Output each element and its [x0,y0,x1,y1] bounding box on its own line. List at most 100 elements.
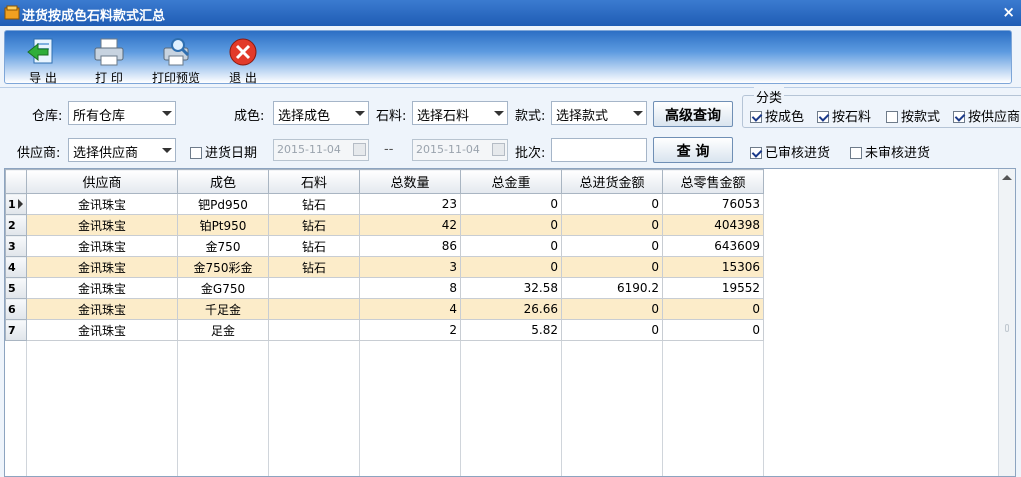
cell-qty[interactable]: 86 [359,235,461,257]
cell-stone[interactable]: 钻石 [268,193,360,215]
cell-retail[interactable]: 643609 [662,235,764,257]
cell-stone[interactable] [268,319,360,341]
unaudited-checkbox[interactable]: 未审核进货 [850,142,930,161]
cell-cost[interactable]: 0 [561,298,663,320]
cell-supplier[interactable]: 金讯珠宝 [26,277,178,299]
row-header[interactable]: 7 [5,319,27,341]
column-header-supplier[interactable]: 供应商 [26,169,178,194]
warehouse-select[interactable]: 所有仓库 [68,101,176,125]
cell-color[interactable]: 金750彩金 [177,256,269,278]
cell-weight[interactable]: 0 [460,214,562,236]
advanced-search-button[interactable]: 高级查询 [653,101,733,127]
current-row-icon [17,198,23,209]
calendar-icon[interactable] [353,143,366,156]
cell-cost[interactable]: 0 [561,214,663,236]
purchase-date-checkbox[interactable]: 进货日期 [190,142,257,161]
cell-retail[interactable]: 404398 [662,214,764,236]
row-header[interactable]: 6 [5,298,27,320]
cell-stone[interactable]: 钻石 [268,235,360,257]
audited-checkbox[interactable]: 已审核进货 [750,142,830,161]
cell-qty[interactable]: 3 [359,256,461,278]
style-select[interactable]: 选择款式 [551,101,647,125]
row-header[interactable]: 3 [5,235,27,257]
close-icon[interactable]: × [1002,3,1015,21]
cell-color[interactable]: 千足金 [177,298,269,320]
cell-weight[interactable]: 32.58 [460,277,562,299]
table-row[interactable]: 3 金讯珠宝 金750 钻石 86 0 0 643609 [5,235,764,257]
scroll-grip-icon[interactable] [1005,324,1009,332]
cell-weight[interactable]: 0 [460,256,562,278]
by-supplier-checkbox[interactable]: 按供应商 [953,106,1020,125]
table-row[interactable]: 5 金讯珠宝 金G750 8 32.58 6190.2 19552 [5,277,764,299]
by-stone-label: 按石料 [832,110,872,125]
table-row[interactable]: 2 金讯珠宝 铂Pt950 钻石 42 0 0 404398 [5,214,764,236]
column-header-total-retail[interactable]: 总零售金额 [662,169,764,194]
column-header-stone[interactable]: 石料 [268,169,360,194]
table-row[interactable]: 6 金讯珠宝 千足金 4 26.66 0 0 [5,298,764,320]
cell-cost[interactable]: 0 [561,319,663,341]
cell-color[interactable]: 金G750 [177,277,269,299]
cell-stone[interactable] [268,298,360,320]
row-header[interactable]: 4 [5,256,27,278]
cell-qty[interactable]: 2 [359,319,461,341]
cell-retail[interactable]: 19552 [662,277,764,299]
calendar-icon[interactable] [492,143,505,156]
cell-retail[interactable]: 0 [662,319,764,341]
row-header[interactable]: 1 [5,193,27,215]
cell-retail[interactable]: 76053 [662,193,764,215]
cell-supplier[interactable]: 金讯珠宝 [26,298,178,320]
cell-qty[interactable]: 4 [359,298,461,320]
cell-qty[interactable]: 42 [359,214,461,236]
cell-weight[interactable]: 0 [460,193,562,215]
cell-cost[interactable]: 0 [561,193,663,215]
by-color-checkbox[interactable]: 按成色 [750,106,804,125]
cell-color[interactable]: 铂Pt950 [177,214,269,236]
row-number: 1 [8,197,16,211]
column-header-total-weight[interactable]: 总金重 [460,169,562,194]
scroll-up-icon[interactable] [1002,175,1012,180]
row-header[interactable]: 2 [5,214,27,236]
cell-stone[interactable]: 钻石 [268,256,360,278]
by-style-checkbox[interactable]: 按款式 [886,106,940,125]
color-select[interactable]: 选择成色 [273,101,369,125]
date-from-input[interactable]: 2015-11-04 [273,139,369,161]
row-header[interactable]: 5 [5,277,27,299]
by-stone-checkbox[interactable]: 按石料 [817,106,871,125]
cell-supplier[interactable]: 金讯珠宝 [26,256,178,278]
date-to-input[interactable]: 2015-11-04 [412,139,508,161]
cell-supplier[interactable]: 金讯珠宝 [26,193,178,215]
cell-retail[interactable]: 15306 [662,256,764,278]
cell-supplier[interactable]: 金讯珠宝 [26,235,178,257]
cell-retail[interactable]: 0 [662,298,764,320]
cell-weight[interactable]: 26.66 [460,298,562,320]
cell-cost[interactable]: 0 [561,235,663,257]
cell-color[interactable]: 金750 [177,235,269,257]
cell-weight[interactable]: 0 [460,235,562,257]
cell-qty[interactable]: 8 [359,277,461,299]
column-header-total-cost[interactable]: 总进货金额 [561,169,663,194]
vertical-scrollbar[interactable] [998,169,1015,476]
cell-stone[interactable] [268,277,360,299]
column-header-total-qty[interactable]: 总数量 [359,169,461,194]
cell-supplier[interactable]: 金讯珠宝 [26,319,178,341]
table-row[interactable]: 7 金讯珠宝 足金 2 5.82 0 0 [5,319,764,341]
supplier-select[interactable]: 选择供应商 [68,138,176,162]
cell-cost[interactable]: 0 [561,256,663,278]
cell-weight[interactable]: 5.82 [460,319,562,341]
stone-select[interactable]: 选择石料 [412,101,508,125]
print-button[interactable]: 打 印 [87,37,131,86]
batch-input[interactable] [551,138,647,162]
cell-qty[interactable]: 23 [359,193,461,215]
cell-color[interactable]: 钯Pd950 [177,193,269,215]
query-button[interactable]: 查 询 [653,137,733,163]
table-row[interactable]: 4 金讯珠宝 金750彩金 钻石 3 0 0 15306 [5,256,764,278]
print-preview-button[interactable]: 打印预览 [149,37,203,86]
cell-supplier[interactable]: 金讯珠宝 [26,214,178,236]
column-header-color[interactable]: 成色 [177,169,269,194]
exit-button[interactable]: 退 出 [223,37,263,86]
cell-color[interactable]: 足金 [177,319,269,341]
cell-stone[interactable]: 钻石 [268,214,360,236]
table-row[interactable]: 1 金讯珠宝 钯Pd950 钻石 23 0 0 76053 [5,193,764,215]
export-button[interactable]: 导 出 [23,37,63,86]
cell-cost[interactable]: 6190.2 [561,277,663,299]
